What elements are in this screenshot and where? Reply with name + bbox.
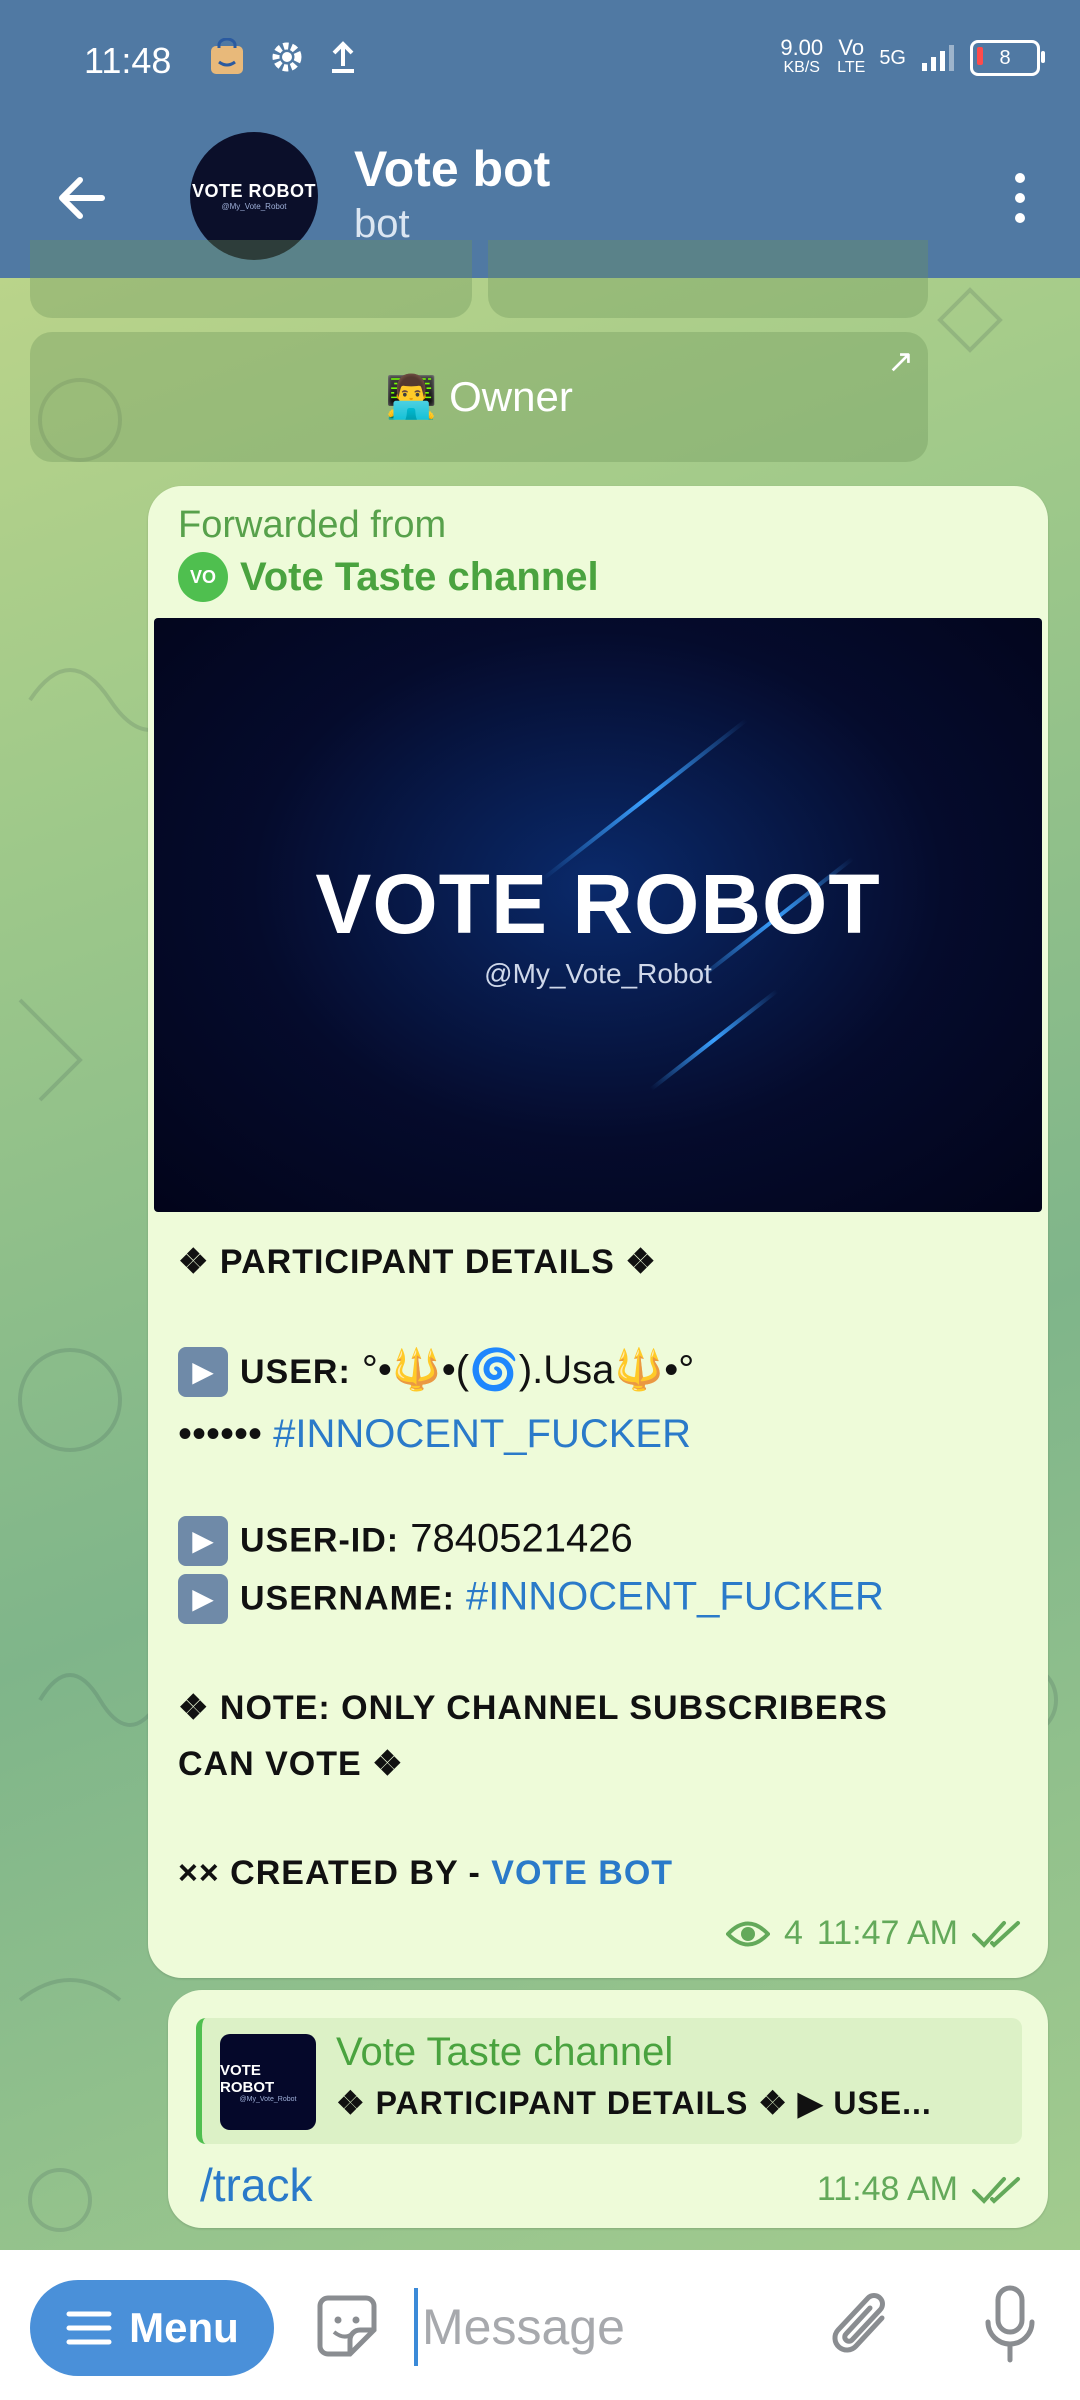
forwarded-channel[interactable]: VO Vote Taste channel — [178, 552, 599, 602]
network-speed: 9.00 KB/S — [780, 35, 824, 77]
play-button-icon: ▶ — [178, 1516, 228, 1566]
status-time: 11:48 — [84, 40, 172, 81]
microphone-icon[interactable] — [980, 2284, 1040, 2368]
double-check-icon — [972, 1920, 1020, 1948]
image-handle: @My_Vote_Robot — [484, 958, 712, 989]
track-command[interactable]: /track — [200, 2158, 312, 2212]
inline-button-partial-left[interactable] — [30, 240, 472, 318]
forwarded-message[interactable]: Forwarded from VO Vote Taste channel VOT… — [148, 486, 1048, 1978]
user-line-2: •••••• #INNOCENT_FUCKER — [178, 1412, 691, 1456]
reply-time: 11:48 AM — [816, 2170, 958, 2208]
upload-icon — [332, 41, 354, 73]
paperclip-icon[interactable] — [830, 2288, 900, 2368]
reply-thumbnail: VOTE ROBOT @My_Vote_Robot — [220, 2034, 316, 2130]
reply-meta: 11:48 AM — [817, 2170, 1024, 2209]
user-line: ▶ USER: °•🔱•(🌀).Usa🔱•° — [178, 1346, 695, 1398]
note-line-1: ❖ NOTE: ONLY CHANNEL SUBSCRIBERS — [178, 1689, 888, 1727]
message-image[interactable]: VOTE ROBOT @My_Vote_Robot — [154, 618, 1042, 1212]
user-hashtag[interactable]: #INNOCENT_FUCKER — [273, 1412, 691, 1456]
message-time: 11:47 AM — [816, 1914, 958, 1952]
reply-title: Vote Taste channel — [336, 2030, 674, 2074]
network-type: 5G — [879, 46, 906, 69]
battery-icon: 8 — [970, 40, 1045, 76]
message-input-bar: Menu — [0, 2250, 1080, 2400]
notification-icons — [208, 38, 358, 76]
gear-icon — [272, 42, 302, 72]
back-arrow-icon[interactable] — [52, 168, 112, 228]
chat-title[interactable]: Vote bot — [354, 140, 550, 198]
external-link-icon: ↗ — [887, 343, 914, 379]
owner-button-label: 👨‍💻 Owner — [385, 372, 573, 420]
bot-menu-button[interactable]: Menu — [30, 2280, 274, 2376]
user-id-value: 7840521426 — [410, 1516, 633, 1561]
participant-heading: ❖ PARTICIPANT DETAILS ❖ — [178, 1243, 657, 1281]
eye-icon — [725, 1921, 770, 1946]
image-title: VOTE ROBOT — [315, 857, 881, 951]
note-line-2: CAN VOTE ❖ — [178, 1745, 404, 1783]
status-right-icons: 9.00 KB/S Vo LTE 5G 8 — [780, 35, 1045, 78]
signal-icon — [922, 45, 954, 71]
hamburger-icon — [66, 2311, 112, 2345]
play-button-icon: ▶ — [178, 1574, 228, 1624]
user-value: °•🔱•(🌀).Usa🔱•° — [361, 1348, 695, 1392]
user-id-line: ▶ USER-ID: 7840521426 — [178, 1516, 633, 1566]
menu-label: Menu — [129, 2304, 239, 2351]
play-button-icon: ▶ — [178, 1347, 228, 1398]
inline-button-partial-right[interactable] — [488, 240, 928, 318]
more-options-icon[interactable] — [1000, 168, 1040, 228]
reply-message[interactable]: VOTE ROBOT @My_Vote_Robot Vote Taste cha… — [168, 1990, 1048, 2228]
status-bar: 11:48 9.00 KB/S Vo LTE 5G 8 — [0, 0, 1080, 120]
username-hashtag[interactable]: #INNOCENT_FUCKER — [466, 1575, 884, 1619]
volte-indicator: Vo LTE — [837, 35, 866, 77]
shopping-bag-icon — [211, 38, 243, 74]
double-check-icon — [972, 2176, 1020, 2204]
owner-button[interactable]: 👨‍💻 Owner ↗ — [30, 332, 928, 462]
view-count: 4 — [783, 1914, 803, 1952]
message-meta: 4 11:47 AM — [725, 1914, 1024, 1953]
forwarded-from-label: Forwarded from — [178, 504, 447, 546]
battery-level: 8 — [999, 46, 1011, 69]
username-line: ▶ USERNAME: #INNOCENT_FUCKER — [178, 1574, 884, 1624]
created-by-link[interactable]: VOTE BOT — [491, 1854, 673, 1892]
reply-preview[interactable]: VOTE ROBOT @My_Vote_Robot Vote Taste cha… — [196, 2018, 1022, 2144]
sticker-icon[interactable] — [312, 2292, 382, 2362]
channel-name: Vote Taste channel — [240, 554, 599, 599]
reply-snippet: ❖ PARTICIPANT DETAILS ❖ ▶ USE... — [336, 2085, 932, 2121]
created-by-line: ×× CREATED BY - VOTE BOT — [178, 1854, 674, 1892]
message-input[interactable] — [414, 2288, 804, 2366]
channel-avatar: VO — [178, 552, 228, 602]
